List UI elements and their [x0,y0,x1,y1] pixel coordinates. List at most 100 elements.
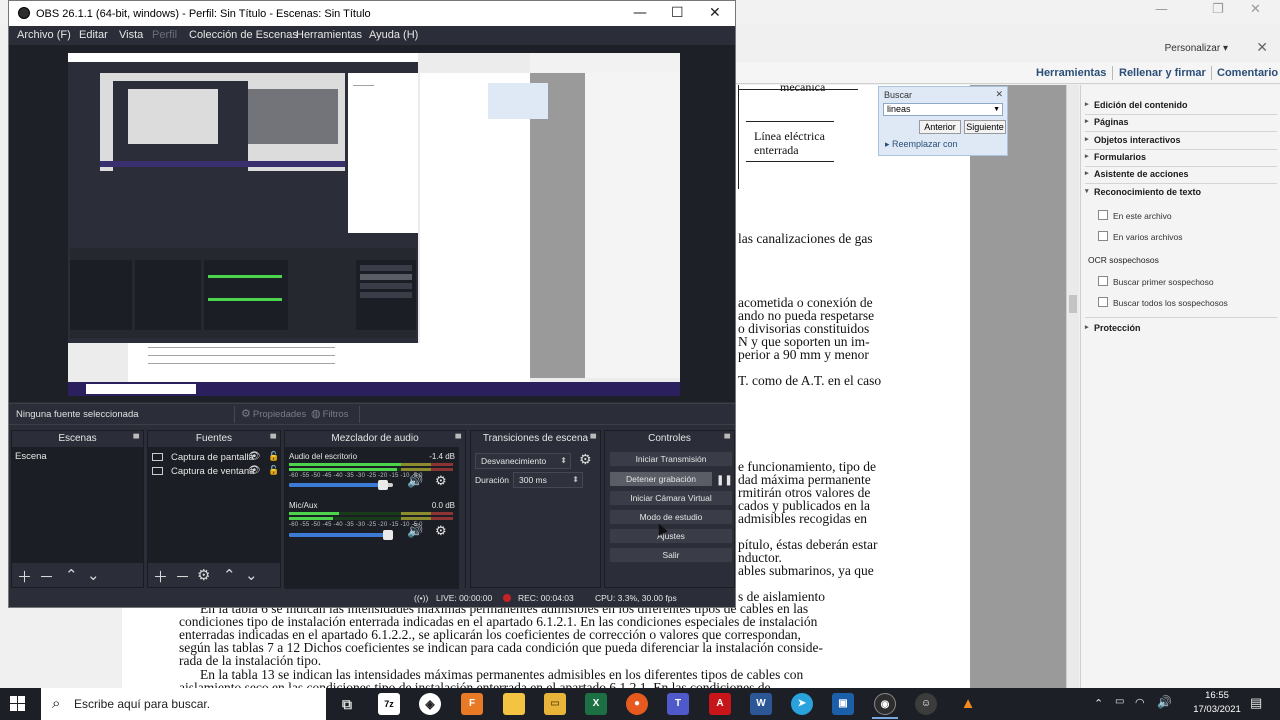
gear-icon[interactable]: ⚙ [197,566,210,584]
ocr-several-files[interactable]: En varios archivos [1113,232,1182,242]
menu-ayuda[interactable]: Ayuda (H) [369,29,418,41]
volume-icon[interactable]: 🔊 [1157,695,1172,709]
close-icon[interactable]: ✕ [1250,2,1261,17]
exit-button[interactable]: Salir [609,547,733,563]
chevron-updown-icon[interactable]: ⬍ [572,473,579,487]
ocr-this-file[interactable]: En este archivo [1113,211,1172,221]
maximize-icon[interactable]: ❐ [1212,2,1224,17]
speaker-icon[interactable]: 🔊 [407,524,423,539]
section-objetos[interactable]: ▸ Objetos interactivos [1081,132,1280,148]
duration-input[interactable]: 300 ms ⬍ [513,472,583,488]
minimize-icon[interactable]: — [1155,2,1168,17]
move-down-icon[interactable]: ⌄ [245,566,258,584]
section-edicion[interactable]: ▸ Edición del contenido [1081,97,1280,113]
find-first-suspect[interactable]: Buscar primer sospechoso [1113,277,1214,287]
volume-slider[interactable] [289,480,393,490]
menu-herramientas[interactable]: Herramientas [296,29,362,41]
remove-icon[interactable]: － [175,566,190,587]
gear-icon[interactable]: ⚙ [435,474,447,489]
start-streaming-button[interactable]: Iniciar Transmisión [609,451,733,467]
acrobat-icon[interactable]: A [709,693,731,715]
dock-float-icon[interactable]: ▀ [133,431,139,447]
menu-perfil[interactable]: Perfil [152,29,177,41]
pdf-scroll-thumb[interactable] [1069,295,1077,313]
add-icon[interactable]: ＋ [17,566,32,587]
section-proteccion[interactable]: ▸ Protección [1081,320,1280,336]
move-up-icon[interactable]: ⌃ [65,566,78,584]
network-icon[interactable]: ▭ [1115,696,1124,707]
move-down-icon[interactable]: ⌄ [87,566,100,584]
search-close-icon[interactable]: ✕ [995,89,1003,100]
search-next-button[interactable]: Siguiente [964,120,1006,134]
lock-icon[interactable]: 🔓 [268,451,279,462]
gear-icon[interactable]: ⚙ [579,452,592,468]
tool-comentario[interactable]: Comentario [1217,67,1278,79]
lock-icon[interactable]: 🔓 [268,465,279,476]
panel-close-icon[interactable]: ✕ [1256,39,1268,56]
close-icon[interactable]: ✕ [709,5,721,21]
virtual-camera-button[interactable]: Iniciar Cámara Virtual [609,490,733,506]
properties-button[interactable]: ⚙ Propiedades [241,407,306,420]
task-view-icon[interactable]: ⧉ [336,693,358,715]
word-icon[interactable]: W [750,693,772,715]
tray-chevron-icon[interactable]: ⌃ [1094,697,1103,710]
tool-herramientas[interactable]: Herramientas [1036,67,1106,79]
move-up-icon[interactable]: ⌃ [223,566,236,584]
app-icon[interactable]: ◈ [419,693,441,715]
notification-icon[interactable]: ▤ [1250,695,1262,711]
clock-time[interactable]: 16:55 [1192,690,1242,701]
app-icon[interactable]: ☺ [915,693,937,715]
pdf-scrollbar[interactable] [1066,85,1079,688]
dock-float-icon[interactable]: ▀ [724,431,730,447]
section-formularios[interactable]: ▸ Formularios [1081,149,1280,165]
obs-preview[interactable]: ───── ──────────────────────────────────… [9,45,735,402]
dock-float-icon[interactable]: ▀ [455,431,461,447]
transition-select[interactable]: Desvanecimiento ⬍ [475,453,571,469]
menu-vista[interactable]: Vista [119,29,143,41]
section-asistente[interactable]: ▸ Asistente de acciones [1081,166,1280,182]
add-icon[interactable]: ＋ [153,566,168,587]
scene-item[interactable]: Escena [15,451,47,462]
sticky-icon[interactable] [503,693,525,715]
windows-start-icon[interactable] [10,696,26,712]
section-reconocimiento[interactable]: ▾ Reconocimiento de texto [1081,184,1280,200]
studio-mode-button[interactable]: Modo de estudio [609,509,733,525]
source-item[interactable]: Captura de pantalla [171,452,254,463]
maximize-icon[interactable]: ☐ [671,5,684,21]
remove-icon[interactable]: － [39,566,54,587]
minimize-icon[interactable]: — [633,5,647,21]
gear-icon[interactable]: ⚙ [435,524,447,539]
telegram-icon[interactable]: ➤ [791,693,813,715]
firefox-icon[interactable]: ● [626,693,648,715]
search-input[interactable]: lineas ▼ [883,103,1003,116]
wifi-icon[interactable]: ◠ [1135,696,1145,709]
section-paginas[interactable]: ▸ Páginas [1081,114,1280,130]
excel-icon[interactable]: X [585,693,607,715]
stop-recording-button[interactable]: Detener grabación [609,471,713,487]
dock-float-icon[interactable]: ▀ [590,431,596,447]
slider-knob[interactable] [383,530,393,540]
eye-icon[interactable]: 👁 [248,451,261,462]
foxit-icon[interactable]: F [461,693,483,715]
chevron-down-icon[interactable]: ▼ [993,104,1000,115]
speaker-icon[interactable]: 🔊 [407,474,423,489]
filters-button[interactable]: ◍ Filtros [311,407,348,420]
slider-knob[interactable] [377,480,388,490]
replace-toggle[interactable]: ▸ Reemplazar con [885,139,958,150]
source-item[interactable]: Captura de ventana [171,466,254,477]
file-explorer-icon[interactable]: ▭ [544,693,566,715]
menu-editar[interactable]: Editar [79,29,108,41]
vlc-icon[interactable]: ▲ [957,693,979,715]
menu-coleccion[interactable]: Colección de Escenas [189,29,298,41]
personalizar-menu[interactable]: Personalizar ▾ [1165,43,1228,54]
volume-slider[interactable] [289,530,393,540]
search-prev-button[interactable]: Anterior [919,120,961,134]
dock-float-icon[interactable]: ▀ [270,431,276,447]
obs-icon[interactable]: ◉ [874,693,896,715]
menu-archivo[interactable]: Archivo (F) [17,29,71,41]
settings-button[interactable]: Ajustes [609,528,733,544]
tool-rellenar-firmar[interactable]: Rellenar y firmar [1119,67,1206,79]
virtualbox-icon[interactable]: ▣ [832,693,854,715]
pause-icon[interactable]: ❚❚ [716,473,733,489]
mixer-scrollbar[interactable] [459,447,465,589]
